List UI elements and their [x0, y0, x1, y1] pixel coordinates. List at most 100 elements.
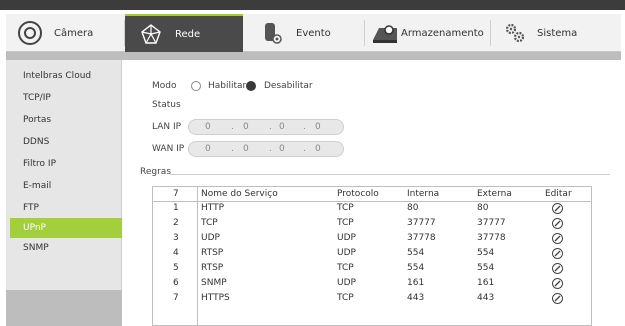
tab-network[interactable]: Rede — [125, 14, 243, 52]
header-edit: Editar — [545, 189, 572, 199]
lan-ip-label: LAN IP — [152, 122, 182, 132]
service-name: RTSP — [201, 263, 224, 273]
top-strip — [0, 0, 625, 10]
wan-ip-octet-2: 0 — [243, 144, 249, 154]
table-row: 5 RTSP TCP 554 554 — [153, 261, 591, 276]
desabilitar-label: Desabilitar — [264, 81, 313, 91]
sidebar-item-email[interactable]: E-mail — [10, 176, 122, 196]
edit-icon[interactable] — [552, 233, 563, 244]
service-name: HTTP — [201, 203, 225, 213]
sidebar-item-tcpip[interactable]: TCP/IP — [10, 88, 122, 108]
sidebar: Intelbras Cloud TCP/IP Portas DDNS Filtr… — [6, 60, 122, 326]
protocol: TCP — [337, 218, 354, 228]
sidebar-item-ddns[interactable]: DDNS — [10, 132, 122, 152]
sidebar-item-intelbras-cloud[interactable]: Intelbras Cloud — [10, 66, 122, 86]
internal-port: 37778 — [407, 233, 436, 243]
tab-label: Evento — [296, 27, 331, 39]
header-protocol: Protocolo — [337, 189, 379, 199]
tab-label: Armazenamento — [401, 27, 484, 39]
wan-ip-octet-3: 0 — [279, 144, 285, 154]
row-number: 6 — [173, 278, 179, 288]
gears-icon — [501, 19, 529, 47]
protocol: TCP — [337, 293, 354, 303]
protocol: UDP — [337, 248, 356, 258]
header-service-name: Nome do Serviço — [201, 189, 278, 199]
radio-desabilitar[interactable] — [246, 81, 256, 91]
external-port: 443 — [477, 293, 495, 303]
external-port: 80 — [477, 203, 489, 213]
sidebar-item-portas[interactable]: Portas — [10, 110, 122, 130]
external-port: 37778 — [477, 233, 506, 243]
service-name: UDP — [201, 233, 220, 243]
internal-port: 80 — [407, 203, 419, 213]
row-number: 7 — [173, 293, 179, 303]
protocol: TCP — [337, 203, 354, 213]
edit-icon[interactable] — [552, 203, 563, 214]
radio-habilitar[interactable] — [191, 81, 201, 91]
internal-port: 554 — [407, 263, 425, 273]
nav-divider — [6, 52, 621, 60]
internal-port: 161 — [407, 278, 425, 288]
tab-event[interactable]: Evento — [246, 14, 364, 52]
wan-ip-label: WAN IP — [152, 144, 185, 154]
edit-icon[interactable] — [552, 278, 563, 289]
regras-divider — [170, 174, 610, 175]
internal-port: 443 — [407, 293, 425, 303]
tab-label: Câmera — [54, 27, 94, 39]
mode-label: Modo — [152, 81, 177, 91]
sidebar-item-snmp[interactable]: SNMP — [10, 238, 122, 258]
protocol: UDP — [337, 233, 356, 243]
storage-icon — [371, 19, 399, 47]
wan-ip-field: 0 . 0 . 0 . 0 — [188, 141, 344, 157]
table-row: 2 TCP TCP 37777 37777 — [153, 216, 591, 231]
service-name: RTSP — [201, 248, 224, 258]
rules-table: 7 Nome do Serviço Protocolo Interna Exte… — [152, 186, 592, 326]
internal-port: 554 — [407, 248, 425, 258]
row-number: 2 — [173, 218, 179, 228]
status-label: Status — [152, 100, 181, 110]
ip-dot: . — [303, 144, 306, 154]
camera-icon — [16, 19, 44, 47]
lan-ip-octet-4: 0 — [315, 122, 321, 132]
ip-dot: . — [269, 144, 272, 154]
table-row: 7 HTTPS TCP 443 443 — [153, 291, 591, 306]
lan-ip-field: 0 . 0 . 0 . 0 — [188, 119, 344, 135]
protocol: TCP — [337, 263, 354, 273]
row-number: 1 — [173, 203, 179, 213]
external-port: 554 — [477, 263, 495, 273]
tab-label: Rede — [175, 28, 201, 40]
external-port: 554 — [477, 248, 495, 258]
row-number: 4 — [173, 248, 179, 258]
edit-icon[interactable] — [552, 248, 563, 259]
tab-system[interactable]: Sistema — [491, 14, 601, 52]
sidebar-item-ftp[interactable]: FTP — [10, 198, 122, 218]
header-external: Externa — [477, 189, 512, 199]
sidebar-footer — [6, 290, 122, 326]
table-row: 1 HTTP TCP 80 80 — [153, 201, 591, 216]
service-name: HTTPS — [201, 293, 230, 303]
wan-ip-octet-1: 0 — [205, 144, 211, 154]
header-count: 7 — [173, 189, 179, 199]
habilitar-label: Habilitar — [208, 81, 247, 91]
external-port: 37777 — [477, 218, 506, 228]
tab-storage[interactable]: Armazenamento — [365, 14, 490, 52]
tab-camera[interactable]: Câmera — [6, 14, 124, 52]
row-number: 3 — [173, 233, 179, 243]
main-nav: Câmera Rede Evento Armazenamento Sistema — [6, 14, 621, 52]
ip-dot: . — [231, 144, 234, 154]
edit-icon[interactable] — [552, 218, 563, 229]
sidebar-item-filtro-ip[interactable]: Filtro IP — [10, 154, 122, 174]
sidebar-item-upnp[interactable]: UPnP — [10, 218, 122, 238]
lan-ip-octet-3: 0 — [279, 122, 285, 132]
header-internal: Interna — [407, 189, 440, 199]
ip-dot: . — [303, 122, 306, 132]
service-name: SNMP — [201, 278, 227, 288]
row-number: 5 — [173, 263, 179, 273]
table-row: 4 RTSP UDP 554 554 — [153, 246, 591, 261]
ip-dot: . — [269, 122, 272, 132]
lan-ip-octet-2: 0 — [243, 122, 249, 132]
table-row: 3 UDP UDP 37778 37778 — [153, 231, 591, 246]
external-port: 161 — [477, 278, 495, 288]
edit-icon[interactable] — [552, 293, 563, 304]
edit-icon[interactable] — [552, 263, 563, 274]
